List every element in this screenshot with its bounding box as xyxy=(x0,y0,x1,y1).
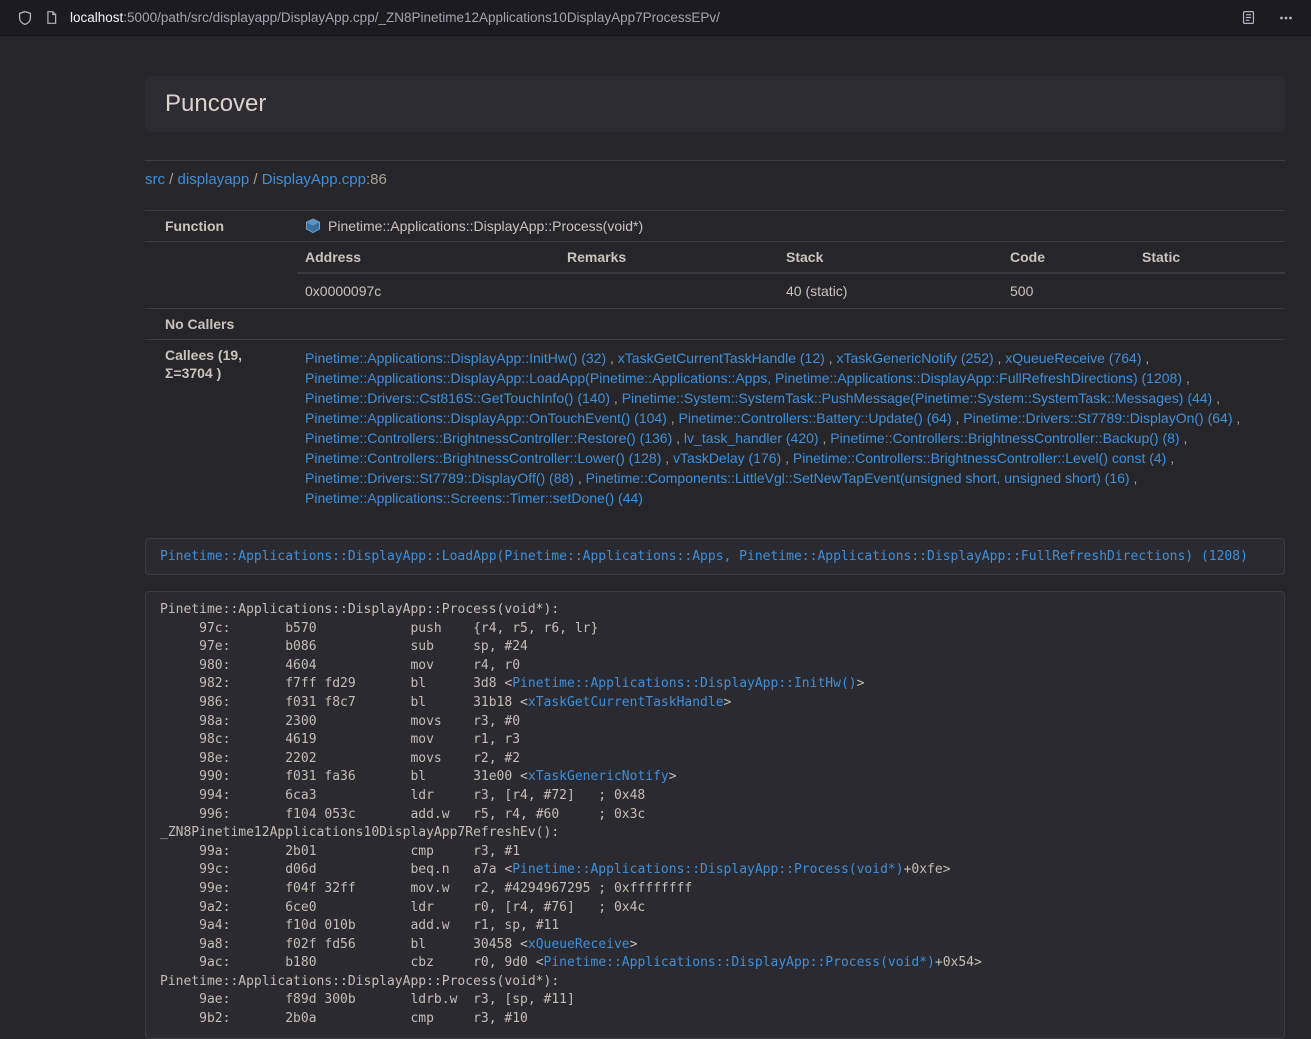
page-title: Puncover xyxy=(165,90,266,117)
function-row: Function Pinetime::Applications::Display… xyxy=(145,211,1285,242)
callees-row: Callees (19, Σ=3704 ) Pinetime::Applicat… xyxy=(145,340,1285,517)
reader-view-icon[interactable] xyxy=(1235,5,1261,31)
callee-separator: , xyxy=(825,350,837,366)
stats-col-static: Static xyxy=(1134,242,1285,273)
asm-symbol-link[interactable]: xQueueReceive xyxy=(528,937,630,952)
callee-link[interactable]: Pinetime::Drivers::St7789::DisplayOff() … xyxy=(305,470,574,486)
callee-separator: , xyxy=(606,350,618,366)
callee-separator: , xyxy=(574,470,586,486)
asm-symbol-link[interactable]: Pinetime::Applications::DisplayApp::Proc… xyxy=(544,955,935,970)
url-bar[interactable]: localhost:5000/path/src/displayapp/Displ… xyxy=(70,10,1223,25)
callee-link[interactable]: Pinetime::Controllers::Battery::Update()… xyxy=(679,410,952,426)
no-callers-row: No Callers xyxy=(145,309,1285,340)
callee-link[interactable]: Pinetime::Controllers::BrightnessControl… xyxy=(830,430,1179,446)
toolbar-right-icons xyxy=(1235,5,1299,31)
browser-toolbar: localhost:5000/path/src/displayapp/Displ… xyxy=(0,0,1311,36)
callee-separator: , xyxy=(1233,410,1241,426)
callee-link[interactable]: Pinetime::Controllers::BrightnessControl… xyxy=(305,430,672,446)
function-cell: Pinetime::Applications::DisplayApp::Proc… xyxy=(305,217,1277,235)
no-callers-label: No Callers xyxy=(145,309,297,340)
callee-separator: , xyxy=(1212,390,1220,406)
callee-separator: , xyxy=(1141,350,1149,366)
callee-link[interactable]: lv_task_handler (420) xyxy=(684,430,819,446)
callees-list: Pinetime::Applications::DisplayApp::Init… xyxy=(297,340,1285,517)
callee-separator: , xyxy=(661,450,673,466)
page-header: Puncover xyxy=(145,76,1285,132)
breadcrumb-separator: / xyxy=(249,171,262,188)
disassembly-block: Pinetime::Applications::DisplayApp::Proc… xyxy=(145,591,1285,1039)
breadcrumb-line-number: :86 xyxy=(366,171,387,188)
highlighted-symbol-panel: Pinetime::Applications::DisplayApp::Load… xyxy=(145,538,1285,575)
asm-symbol-link[interactable]: Pinetime::Applications::DisplayApp::Proc… xyxy=(512,862,903,877)
stats-table: AddressRemarksStackCodeStatic 0x0000097c… xyxy=(297,242,1285,308)
callee-link[interactable]: Pinetime::Applications::Screens::Timer::… xyxy=(305,490,643,506)
function-label: Function xyxy=(145,211,297,242)
callee-separator: , xyxy=(1166,450,1174,466)
stats-value-code: 500 xyxy=(1002,273,1134,308)
asm-symbol-link[interactable]: xTaskGetCurrentTaskHandle xyxy=(528,695,724,710)
callee-link[interactable]: xQueueReceive (764) xyxy=(1005,350,1141,366)
callee-separator: , xyxy=(672,430,684,446)
page-info-icon[interactable] xyxy=(38,5,64,31)
callee-separator: , xyxy=(1182,370,1190,386)
callee-separator: , xyxy=(952,410,964,426)
callee-separator: , xyxy=(667,410,679,426)
stats-col-stack: Stack xyxy=(778,242,1002,273)
url-path: :5000/path/src/displayapp/DisplayApp.cpp… xyxy=(123,10,720,25)
breadcrumb-link[interactable]: DisplayApp.cpp xyxy=(262,171,366,188)
url-host: localhost xyxy=(70,10,123,25)
stats-col-code: Code xyxy=(1002,242,1134,273)
function-name: Pinetime::Applications::DisplayApp::Proc… xyxy=(328,217,643,235)
stats-value-row: 0x0000097c 40 (static)500 xyxy=(297,273,1285,308)
callee-link[interactable]: Pinetime::Applications::DisplayApp::OnTo… xyxy=(305,410,667,426)
callee-separator: , xyxy=(994,350,1006,366)
callee-link[interactable]: Pinetime::Drivers::Cst816S::GetTouchInfo… xyxy=(305,390,610,406)
main-content: Puncover src / displayapp / DisplayApp.c… xyxy=(145,36,1285,1039)
callee-link[interactable]: Pinetime::Components::LittleVgl::SetNewT… xyxy=(586,470,1130,486)
callee-link[interactable]: Pinetime::Drivers::St7789::DisplayOn() (… xyxy=(963,410,1232,426)
callee-link[interactable]: xTaskGetCurrentTaskHandle (12) xyxy=(618,350,825,366)
callee-link[interactable]: xTaskGenericNotify (252) xyxy=(836,350,993,366)
breadcrumb: src / displayapp / DisplayApp.cpp:86 xyxy=(145,170,1285,190)
callee-link[interactable]: Pinetime::Applications::DisplayApp::Load… xyxy=(305,370,1182,386)
stats-value-static xyxy=(1134,273,1285,308)
header-divider xyxy=(145,160,1285,161)
breadcrumb-link[interactable]: displayapp xyxy=(178,171,250,188)
callee-link[interactable]: Pinetime::Controllers::BrightnessControl… xyxy=(305,450,661,466)
stats-row-container: AddressRemarksStackCodeStatic 0x0000097c… xyxy=(145,242,1285,309)
stats-header-row: AddressRemarksStackCodeStatic xyxy=(297,242,1285,273)
callee-separator: , xyxy=(781,450,793,466)
stats-col-remarks: Remarks xyxy=(559,242,778,273)
function-icon xyxy=(305,218,321,234)
callee-separator: , xyxy=(1130,470,1138,486)
stats-col-address: Address xyxy=(297,242,559,273)
callee-separator: , xyxy=(610,390,622,406)
callee-separator: , xyxy=(819,430,831,446)
callee-link[interactable]: Pinetime::Applications::DisplayApp::Init… xyxy=(305,350,606,366)
stats-value-address: 0x0000097c xyxy=(297,273,559,308)
asm-symbol-link[interactable]: Pinetime::Applications::DisplayApp::Init… xyxy=(512,676,856,691)
callee-link[interactable]: Pinetime::Controllers::BrightnessControl… xyxy=(793,450,1166,466)
breadcrumb-link[interactable]: src xyxy=(145,171,165,188)
callee-link[interactable]: Pinetime::System::SystemTask::PushMessag… xyxy=(622,390,1213,406)
shield-icon[interactable] xyxy=(12,5,38,31)
stats-value-remarks xyxy=(559,273,778,308)
symbol-table: Function Pinetime::Applications::Display… xyxy=(145,210,1285,516)
callees-label: Callees (19, Σ=3704 ) xyxy=(145,340,297,517)
callee-link[interactable]: vTaskDelay (176) xyxy=(673,450,781,466)
stats-value-stack: 40 (static) xyxy=(778,273,1002,308)
callee-separator: , xyxy=(1180,430,1188,446)
highlighted-symbol-link[interactable]: Pinetime::Applications::DisplayApp::Load… xyxy=(160,549,1248,564)
overflow-menu-icon[interactable] xyxy=(1273,5,1299,31)
asm-symbol-link[interactable]: xTaskGenericNotify xyxy=(528,769,669,784)
breadcrumb-separator: / xyxy=(165,171,178,188)
